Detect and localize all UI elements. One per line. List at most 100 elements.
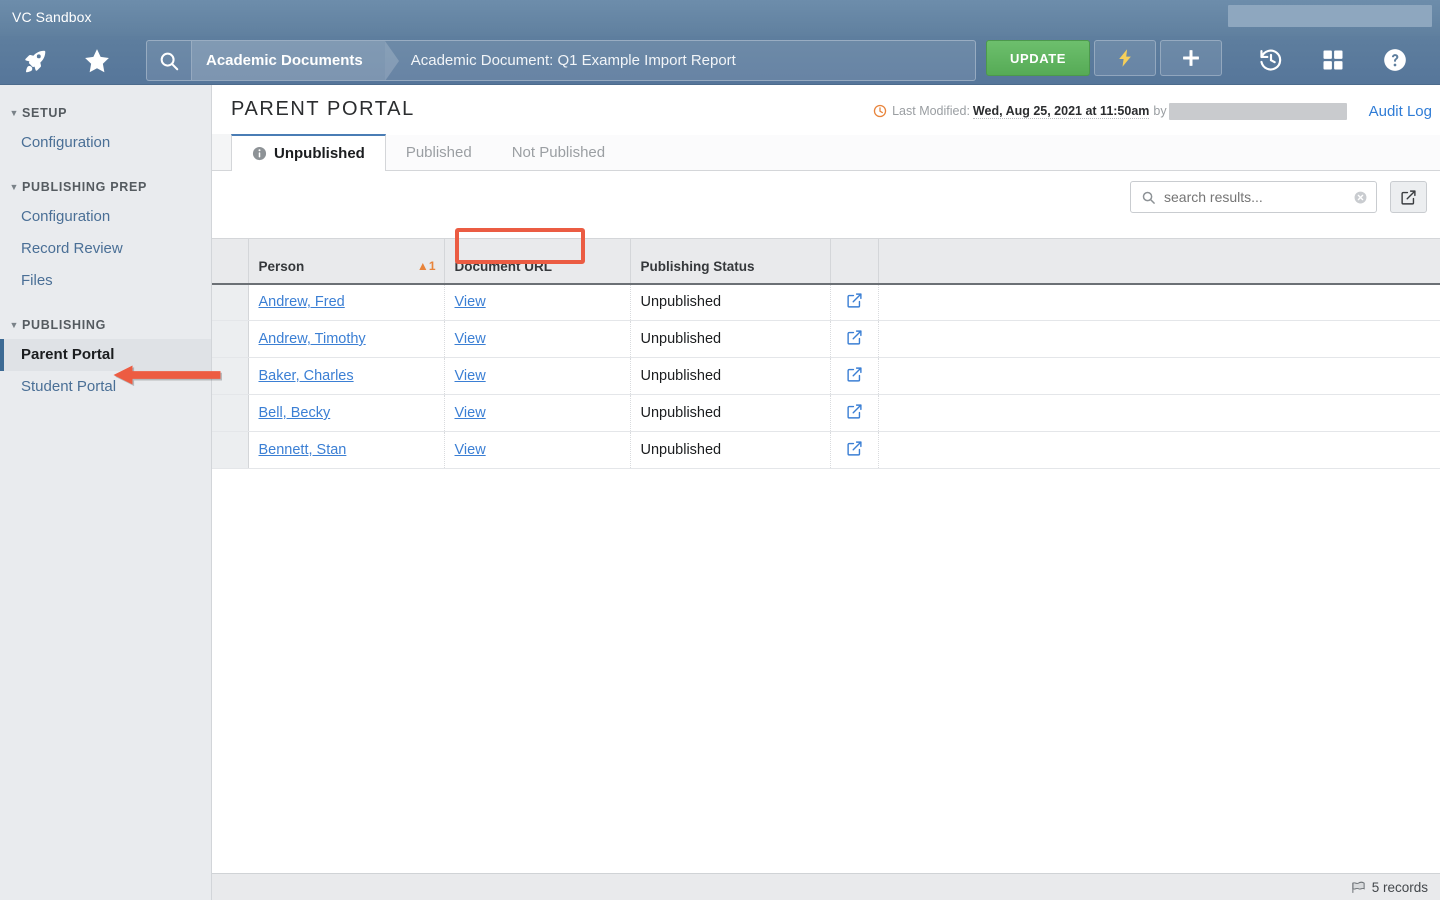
person-link[interactable]: Bennett, Stan [259, 442, 347, 458]
sidebar-group-publishing[interactable]: ▼ PUBLISHING [0, 311, 211, 339]
breadcrumb-item-primary[interactable]: Academic Documents [192, 41, 399, 80]
sidebar-group-setup[interactable]: ▼ SETUP [0, 99, 211, 127]
row-select-cell[interactable] [212, 431, 249, 469]
view-link[interactable]: View [455, 442, 486, 458]
audit-log-link[interactable]: Audit Log [1369, 103, 1432, 120]
person-link[interactable]: Andrew, Timothy [259, 331, 366, 347]
cell-person: Andrew, Timothy [248, 320, 445, 358]
table-footer: 5 records [212, 873, 1440, 900]
row-select-cell[interactable] [212, 283, 249, 321]
chevron-down-icon: ▼ [9, 182, 19, 192]
table-row[interactable]: Andrew, Timothy View Unpublished [212, 320, 1440, 358]
row-select-cell[interactable] [212, 394, 249, 432]
chevron-down-icon: ▼ [9, 320, 19, 330]
info-icon [252, 146, 267, 161]
sidebar-item-parent-portal[interactable]: Parent Portal [0, 339, 211, 371]
help-icon[interactable] [1372, 40, 1418, 80]
last-modified-bar: Last Modified: Wed, Aug 25, 2021 at 11:5… [873, 101, 1432, 121]
sidebar-item-record-review[interactable]: Record Review [0, 233, 211, 265]
table-row[interactable]: Bell, Becky View Unpublished [212, 394, 1440, 432]
cell-person: Baker, Charles [248, 357, 445, 395]
open-record-icon[interactable] [846, 292, 863, 309]
cell-person: Bennett, Stan [248, 431, 445, 469]
sidebar-group-publishing-prep[interactable]: ▼ PUBLISHING PREP [0, 173, 211, 201]
breadcrumb-item-current[interactable]: Academic Document: Q1 Example Import Rep… [385, 41, 750, 80]
sidebar-item-student-portal[interactable]: Student Portal [0, 371, 211, 403]
view-link[interactable]: View [455, 331, 486, 347]
select-all-header[interactable] [212, 238, 249, 285]
search-icon[interactable] [147, 41, 192, 80]
cell-actions [830, 394, 879, 432]
column-header-person[interactable]: Person ▲1 [248, 238, 445, 285]
open-in-new-window-button[interactable] [1390, 181, 1427, 213]
lightning-icon-button[interactable] [1094, 40, 1156, 76]
cell-filler [878, 283, 1440, 321]
cell-filler [878, 394, 1440, 432]
view-link[interactable]: View [455, 368, 486, 384]
cell-person: Bell, Becky [248, 394, 445, 432]
open-record-icon[interactable] [846, 440, 863, 457]
column-label: Person [258, 258, 305, 274]
table-row[interactable]: Bennett, Stan View Unpublished [212, 431, 1440, 469]
row-select-cell[interactable] [212, 320, 249, 358]
search-results-box[interactable] [1130, 181, 1377, 213]
table-header-row: Person ▲1 Document URL Publishing Status [212, 238, 1440, 285]
cell-filler [878, 357, 1440, 395]
last-modified-date: Wed, Aug 25, 2021 at 11:50am [972, 103, 1150, 119]
grid-icon[interactable] [1310, 40, 1356, 80]
cell-publishing-status: Unpublished [630, 283, 831, 321]
update-button[interactable]: UPDATE [986, 40, 1090, 76]
cell-document-url: View [444, 431, 631, 469]
sidebar-group-label: PUBLISHING [22, 318, 107, 332]
history-icon[interactable] [1248, 40, 1294, 80]
cell-document-url: View [444, 357, 631, 395]
cell-actions [830, 320, 879, 358]
row-select-cell[interactable] [212, 357, 249, 395]
open-record-icon[interactable] [846, 366, 863, 383]
last-modified-label: Last Modified: [892, 104, 970, 118]
clear-search-icon[interactable] [1353, 190, 1368, 205]
flag-icon [1351, 881, 1366, 894]
column-header-actions [830, 238, 879, 285]
tab-strip: Unpublished Published Not Published [212, 134, 1440, 171]
column-header-document-url[interactable]: Document URL [444, 238, 631, 285]
open-record-icon[interactable] [846, 403, 863, 420]
tab-not-published[interactable]: Not Published [492, 134, 625, 170]
tab-label: Unpublished [274, 145, 365, 162]
last-modified-by-label: by [1153, 104, 1167, 118]
title-bar: VC Sandbox [0, 0, 1440, 36]
star-icon[interactable] [66, 36, 128, 85]
page-title: PARENT PORTAL [231, 98, 415, 120]
table-body: Andrew, Fred View Unpublished Andrew, Timot… [212, 283, 1440, 469]
rocket-icon[interactable] [4, 36, 66, 85]
cell-publishing-status: Unpublished [630, 320, 831, 358]
window-title: VC Sandbox [12, 9, 92, 25]
person-link[interactable]: Andrew, Fred [259, 294, 345, 310]
cell-filler [878, 431, 1440, 469]
table-row[interactable]: Andrew, Fred View Unpublished [212, 283, 1440, 321]
sidebar-item-setup-configuration[interactable]: Configuration [0, 127, 211, 159]
tab-unpublished[interactable]: Unpublished [231, 134, 386, 171]
search-icon [1141, 190, 1156, 205]
add-button[interactable] [1160, 40, 1222, 76]
person-link[interactable]: Baker, Charles [259, 368, 354, 384]
search-input[interactable] [1164, 189, 1353, 205]
view-link[interactable]: View [455, 294, 486, 310]
sidebar-item-files[interactable]: Files [0, 265, 211, 297]
sort-ascending-icon: ▲1 [416, 259, 436, 273]
breadcrumb: Academic Documents Academic Document: Q1… [146, 40, 976, 81]
sidebar-item-prep-configuration[interactable]: Configuration [0, 201, 211, 233]
cell-actions [830, 431, 879, 469]
sidebar-group-label: SETUP [22, 106, 68, 120]
open-record-icon[interactable] [846, 329, 863, 346]
cell-person: Andrew, Fred [248, 283, 445, 321]
cell-publishing-status: Unpublished [630, 431, 831, 469]
redacted-modifier-name [1168, 102, 1347, 120]
table-row[interactable]: Baker, Charles View Unpublished [212, 357, 1440, 395]
tab-published[interactable]: Published [386, 134, 492, 170]
cell-document-url: View [444, 320, 631, 358]
record-count: 5 records [1351, 880, 1428, 895]
view-link[interactable]: View [455, 405, 486, 421]
column-header-publishing-status[interactable]: Publishing Status [630, 238, 831, 285]
person-link[interactable]: Bell, Becky [259, 405, 331, 421]
